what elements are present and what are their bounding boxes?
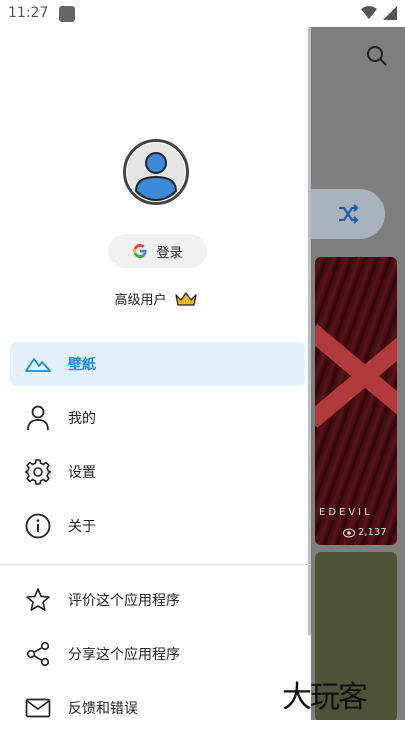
star-icon xyxy=(24,586,52,614)
wallpaper-card[interactable]: EDEVIL 2,137 xyxy=(315,257,397,545)
nav-item-share-app[interactable]: 分享这个应用程序 xyxy=(10,632,305,676)
views-count: 2,137 xyxy=(358,527,387,538)
mountain-icon xyxy=(24,350,52,378)
mail-icon xyxy=(24,694,52,722)
signal-icon xyxy=(383,6,397,20)
login-label: 登录 xyxy=(156,244,183,260)
premium-label: 高级用户 xyxy=(114,293,167,308)
nav-label: 评价这个应用程序 xyxy=(68,593,180,609)
nav-item-about[interactable]: 关于 xyxy=(10,504,305,548)
search-icon[interactable] xyxy=(366,45,388,67)
nav-label: 关于 xyxy=(68,519,96,535)
nav-label: 壁紙 xyxy=(68,357,96,373)
premium-user-link[interactable]: 高级用户 xyxy=(0,289,311,308)
share-icon xyxy=(24,640,52,668)
wifi-icon xyxy=(361,6,377,19)
info-icon xyxy=(24,512,52,540)
nav-item-rate-app[interactable]: 评价这个应用程序 xyxy=(10,578,305,622)
eye-icon xyxy=(343,528,355,537)
nav-item-feedback[interactable]: 反馈和错误 xyxy=(10,686,305,730)
drawer-scrollbar[interactable] xyxy=(308,27,311,635)
google-login-button[interactable]: 登录 xyxy=(108,234,207,268)
shuffle-icon xyxy=(339,204,359,224)
nav-item-settings[interactable]: 设置 xyxy=(10,450,305,494)
background-app: EDEVIL 2,137 xyxy=(311,27,405,720)
nav-item-mine[interactable]: 我的 xyxy=(10,396,305,440)
shuffle-button[interactable] xyxy=(311,189,385,239)
gear-icon xyxy=(24,458,52,486)
nav-label: 分享这个应用程序 xyxy=(68,647,180,663)
avatar-icon[interactable] xyxy=(123,139,189,205)
person-icon xyxy=(24,404,52,432)
status-time: 11:27 xyxy=(8,5,49,21)
nav-label: 我的 xyxy=(68,411,96,427)
nav-label: 设置 xyxy=(68,465,96,481)
watermark-logo: 大玩客 xyxy=(282,680,368,715)
google-icon xyxy=(133,244,147,258)
card-views: 2,137 xyxy=(343,527,387,538)
status-bar: 11:27 xyxy=(0,0,405,27)
notification-icon xyxy=(59,6,75,22)
nav-item-wallpaper[interactable]: 壁紙 xyxy=(10,342,305,386)
nav-label: 反馈和错误 xyxy=(68,701,138,717)
status-icons xyxy=(361,6,397,20)
navigation-drawer: 登录 高级用户 壁紙 我的 设置 关于 评价这个应用程序 分享这个应用程序 反馈… xyxy=(0,27,311,720)
crown-icon xyxy=(174,291,197,306)
card-title: EDEVIL xyxy=(319,507,373,518)
divider xyxy=(0,564,311,565)
